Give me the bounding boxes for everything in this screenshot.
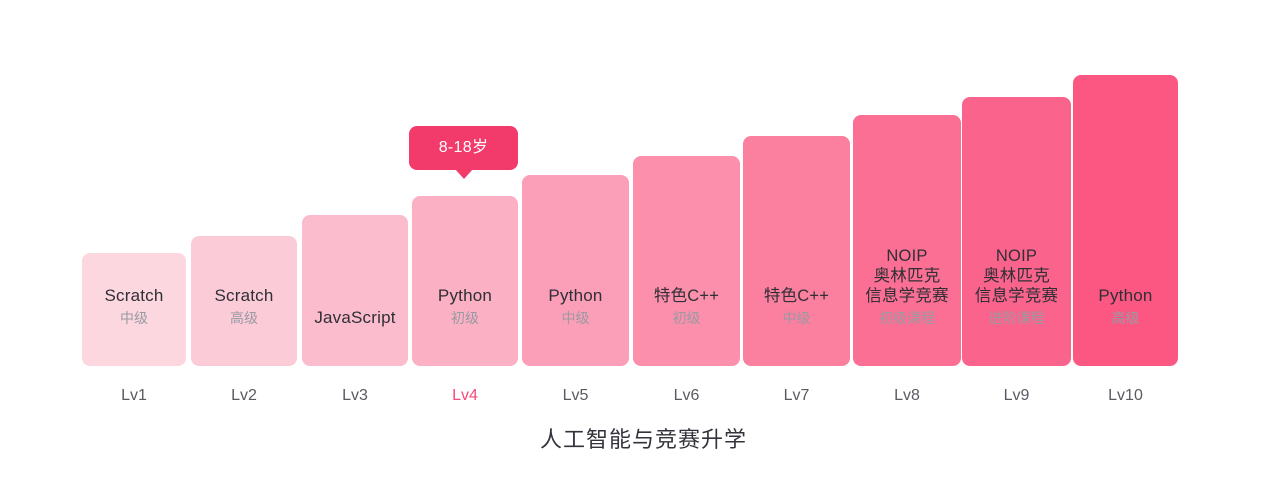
bar-lv8[interactable]: NOIP 奥林匹克 信息学竞赛初级课程 — [853, 115, 961, 366]
chart-caption: 人工智能与竞赛升学 — [539, 427, 747, 452]
bar-subtitle: 中级 — [120, 310, 148, 326]
bar-slot-lv5: Python 中级 — [522, 60, 629, 366]
bar-title: Python — [437, 286, 493, 305]
bar-lv7[interactable]: 特色C++ 中级 — [743, 136, 850, 366]
level-label-lv10[interactable]: Lv10 — [1073, 385, 1178, 407]
bar-title: NOIP 奥林匹克 信息学竞赛 — [974, 247, 1059, 305]
bar-label-group: 特色C++ 初级 — [633, 286, 740, 366]
bar-subtitle: 初级 — [451, 310, 479, 326]
bar-lv5[interactable]: Python 中级 — [522, 175, 629, 366]
bar-subtitle: 高级 — [230, 310, 258, 326]
bar-subtitle: 中级 — [782, 310, 811, 326]
bar-lv4[interactable]: Python 初级 — [412, 196, 518, 366]
bar-slot-lv4: Python 初级 — [412, 60, 518, 366]
bar-subtitle: 中级 — [561, 310, 590, 326]
bar-label-group: NOIP 奥林匹克 信息学竞赛初级课程 — [853, 246, 961, 366]
bar-subtitle: 进阶课程 — [988, 310, 1045, 326]
level-label-lv7[interactable]: Lv7 — [743, 385, 850, 407]
level-axis: Lv1 Lv2 Lv3 Lv4 Lv5 Lv6 Lv7 Lv8 Lv9 Lv10 — [82, 385, 1178, 411]
bar-slot-lv10: Python 高级 — [1073, 60, 1178, 366]
level-label-lv4[interactable]: Lv4 — [412, 385, 518, 407]
bar-slot-lv1: Scratch 中级 — [82, 60, 186, 366]
bar-subtitle: 高级 — [1111, 310, 1140, 326]
bar-lv1[interactable]: Scratch 中级 — [82, 253, 186, 366]
bar-lv6[interactable]: 特色C++ 初级 — [633, 156, 740, 366]
bar-title: 特色C++ — [763, 287, 830, 305]
bar-title: Python — [548, 286, 603, 305]
bar-slot-lv3: JavaScript — [302, 60, 408, 366]
bar-label-group: JavaScript — [302, 307, 408, 366]
bar-subtitle: 初级 — [672, 310, 701, 326]
bar-label-group: 特色C++ 中级 — [743, 286, 850, 366]
age-range-badge: 8-18岁 — [409, 126, 518, 179]
bar-lv2[interactable]: Scratch 高级 — [191, 236, 297, 366]
bar-label-group: Scratch 中级 — [82, 285, 186, 366]
course-level-chart: Scratch 中级 Scratch 高级 JavaScript Python 初级 Pyth… — [0, 0, 1287, 501]
bar-subtitle: 初级课程 — [879, 310, 935, 326]
bar-title: JavaScript — [314, 308, 396, 327]
bar-label-group: Python 初级 — [412, 285, 518, 366]
level-label-lv8[interactable]: Lv8 — [853, 385, 961, 407]
bar-title: Scratch — [214, 286, 274, 305]
bar-title: 特色C++ — [653, 287, 720, 305]
bar-slot-lv8: NOIP 奥林匹克 信息学竞赛初级课程 — [853, 60, 961, 366]
bar-title: Scratch — [104, 286, 164, 305]
bar-title: NOIP 奥林匹克 信息学竞赛 — [865, 247, 949, 305]
bar-slot-lv7: 特色C++ 中级 — [743, 60, 850, 366]
level-label-lv2[interactable]: Lv2 — [191, 385, 297, 407]
bar-chart: Scratch 中级 Scratch 高级 JavaScript Python 初级 Pyth… — [82, 60, 1178, 366]
level-label-lv6[interactable]: Lv6 — [633, 385, 740, 407]
bar-label-group: Python 高级 — [1073, 285, 1178, 366]
bar-label-group: NOIP 奥林匹克 信息学竞赛进阶课程 — [962, 246, 1071, 366]
level-label-lv3[interactable]: Lv3 — [302, 385, 408, 407]
level-label-lv1[interactable]: Lv1 — [82, 385, 186, 407]
age-range-badge-label: 8-18岁 — [438, 139, 489, 156]
bar-slot-lv2: Scratch 高级 — [191, 60, 297, 366]
bar-label-group: Scratch 高级 — [191, 285, 297, 366]
bar-slot-lv9: NOIP 奥林匹克 信息学竞赛进阶课程 — [962, 60, 1071, 366]
bar-lv9[interactable]: NOIP 奥林匹克 信息学竞赛进阶课程 — [962, 97, 1071, 366]
bar-slot-lv6: 特色C++ 初级 — [633, 60, 740, 366]
bar-lv3[interactable]: JavaScript — [302, 215, 408, 366]
bar-label-group: Python 中级 — [522, 285, 629, 366]
level-label-lv5[interactable]: Lv5 — [522, 385, 629, 407]
level-label-lv9[interactable]: Lv9 — [962, 385, 1071, 407]
badge-pointer-icon — [454, 169, 473, 179]
bar-title: Python — [1098, 286, 1153, 305]
bar-lv10[interactable]: Python 高级 — [1073, 75, 1178, 366]
